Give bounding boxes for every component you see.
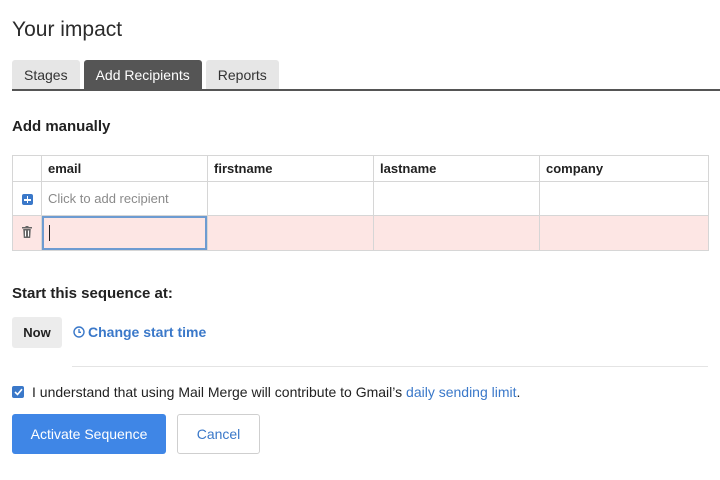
- grid-corner-cell: [12, 155, 42, 182]
- editing-recipient-row[interactable]: [12, 215, 709, 251]
- cancel-button[interactable]: Cancel: [177, 414, 260, 454]
- trash-icon[interactable]: [22, 225, 32, 238]
- add-recipient-placeholder[interactable]: Click to add recipient: [41, 181, 208, 216]
- page-title: Your impact: [12, 18, 123, 41]
- sequence-start-heading: Start this sequence at:: [12, 285, 173, 302]
- column-header-lastname: lastname: [373, 155, 540, 182]
- edit-row-company-cell[interactable]: [539, 215, 709, 251]
- add-row-lastname-cell[interactable]: [373, 181, 540, 216]
- edit-row-firstname-cell[interactable]: [207, 215, 374, 251]
- activate-sequence-button[interactable]: Activate Sequence: [12, 414, 166, 454]
- tab-add-recipients[interactable]: Add Recipients: [83, 60, 202, 90]
- edit-row-lastname-cell[interactable]: [373, 215, 540, 251]
- clock-icon: [73, 326, 85, 338]
- consent-checkbox[interactable]: [12, 386, 24, 398]
- column-header-company: company: [539, 155, 709, 182]
- consent-text: I understand that using Mail Merge will …: [32, 384, 520, 400]
- now-button[interactable]: Now: [12, 317, 62, 348]
- daily-sending-limit-link[interactable]: daily sending limit: [406, 384, 517, 400]
- grid-header-row: email firstname lastname company: [12, 155, 709, 182]
- email-edit-cell[interactable]: [41, 215, 208, 251]
- column-header-email: email: [41, 155, 208, 182]
- add-recipient-row[interactable]: Click to add recipient: [12, 181, 709, 216]
- consent-text-suffix: .: [516, 384, 521, 400]
- section-divider: [72, 366, 708, 367]
- recipients-grid: email firstname lastname company Click t…: [12, 155, 709, 251]
- consent-row: I understand that using Mail Merge will …: [12, 384, 520, 400]
- add-row-icon-cell[interactable]: [12, 181, 42, 216]
- tab-stages[interactable]: Stages: [12, 60, 80, 90]
- text-caret: [49, 225, 50, 241]
- plus-square-icon[interactable]: [21, 194, 33, 206]
- add-row-firstname-cell[interactable]: [207, 181, 374, 216]
- tab-underline: [12, 89, 720, 91]
- consent-text-main: I understand that using Mail Merge will …: [32, 384, 407, 400]
- change-start-time-label: Change start time: [88, 324, 207, 340]
- checkmark-icon: [13, 388, 23, 396]
- tab-reports[interactable]: Reports: [205, 60, 279, 90]
- add-row-company-cell[interactable]: [539, 181, 709, 216]
- change-start-time-link[interactable]: Change start time: [73, 324, 206, 340]
- add-manually-heading: Add manually: [12, 118, 111, 135]
- email-input[interactable]: [42, 216, 207, 250]
- delete-row-icon-cell[interactable]: [12, 215, 42, 251]
- tab-bar: Stages Add Recipients Reports: [12, 60, 283, 90]
- column-header-firstname: firstname: [207, 155, 374, 182]
